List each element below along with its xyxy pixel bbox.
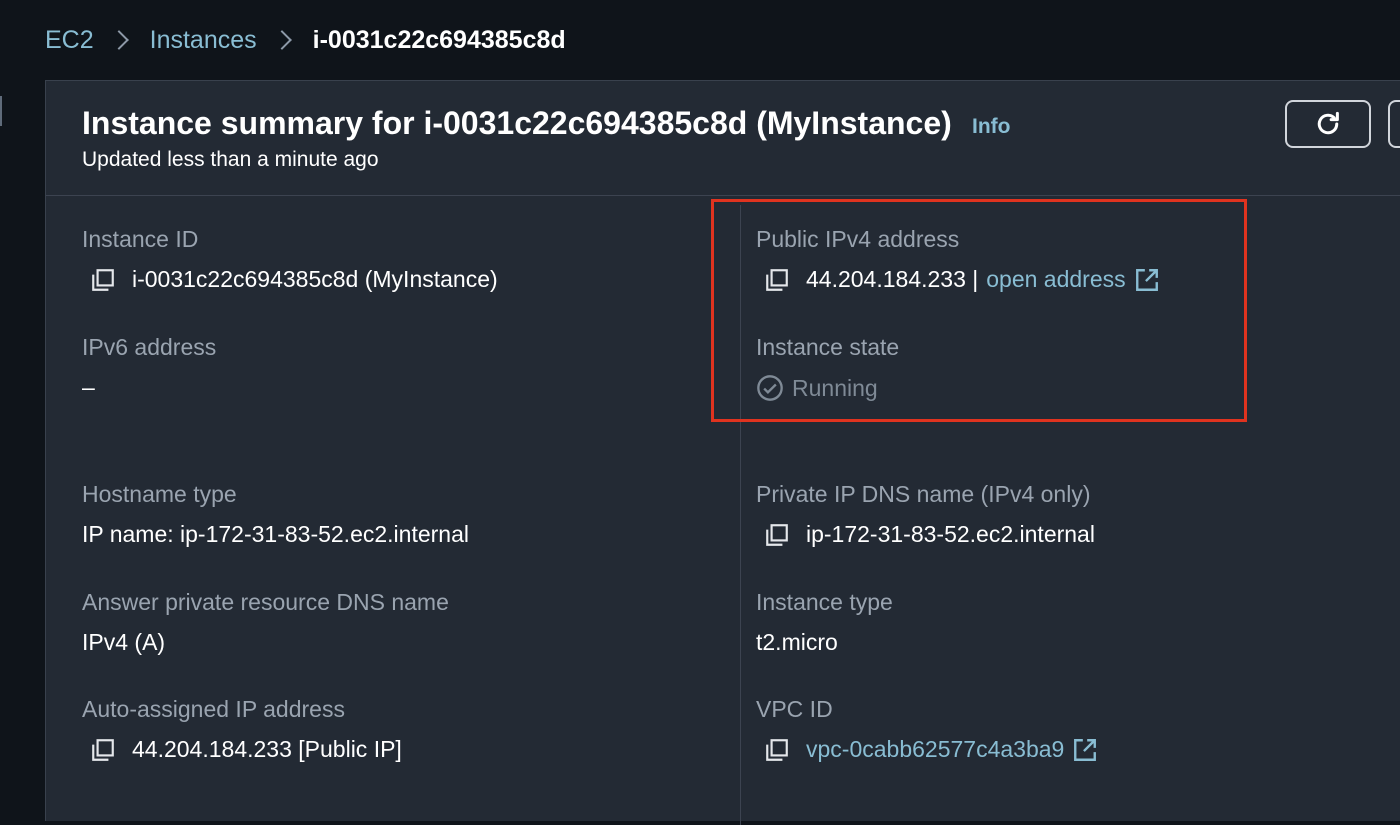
instance-type-label: Instance type xyxy=(756,589,893,615)
field-auto-ip: Auto-assigned IP address 44.204.184.233 … xyxy=(82,696,402,763)
info-link[interactable]: Info xyxy=(972,115,1010,139)
instance-id-value-row: i-0031c22c694385c8d (MyInstance) xyxy=(82,266,498,293)
refresh-button[interactable] xyxy=(1285,100,1371,148)
field-ipv6: IPv6 address – xyxy=(82,334,216,401)
field-vpc-id: VPC ID vpc-0cabb62577c4a3ba9 xyxy=(756,696,1098,763)
chevron-right-icon xyxy=(108,30,129,50)
instance-summary-panel: Instance summary for i-0031c22c694385c8d… xyxy=(45,80,1400,825)
page-title: Instance summary for i-0031c22c694385c8d… xyxy=(82,105,952,141)
refresh-icon xyxy=(1317,111,1339,135)
vpc-id-link[interactable]: vpc-0cabb62577c4a3ba9 xyxy=(806,736,1064,763)
auto-ip-value-row: 44.204.184.233 [Public IP] xyxy=(82,736,402,763)
vpc-id-label: VPC ID xyxy=(756,696,833,722)
answer-dns-label: Answer private resource DNS name xyxy=(82,589,449,615)
copy-icon[interactable] xyxy=(90,267,116,293)
external-link-icon[interactable] xyxy=(1072,737,1098,763)
auto-ip-value: 44.204.184.233 [Public IP] xyxy=(132,736,402,762)
copy-icon[interactable] xyxy=(764,522,790,548)
breadcrumb: EC2 Instances i-0031c22c694385c8d xyxy=(45,20,566,60)
hostname-type-value: IP name: ip-172-31-83-52.ec2.internal xyxy=(82,521,469,547)
field-instance-type: Instance type t2.micro xyxy=(756,589,893,656)
private-dns-value-row: ip-172-31-83-52.ec2.internal xyxy=(756,521,1095,548)
field-answer-dns: Answer private resource DNS name IPv4 (A… xyxy=(82,589,449,656)
answer-dns-value: IPv4 (A) xyxy=(82,629,166,655)
copy-icon[interactable] xyxy=(764,737,790,763)
ipv6-label: IPv6 address xyxy=(82,334,217,360)
private-dns-value: ip-172-31-83-52.ec2.internal xyxy=(806,521,1095,547)
instance-state-value-row: Running xyxy=(756,374,899,402)
copy-icon[interactable] xyxy=(90,737,116,763)
hostname-type-label: Hostname type xyxy=(82,481,237,507)
instance-state-value: Running xyxy=(792,374,878,401)
auto-ip-label: Auto-assigned IP address xyxy=(82,696,345,722)
open-address-link[interactable]: open address xyxy=(986,266,1125,293)
vpc-id-value-row: vpc-0cabb62577c4a3ba9 xyxy=(756,736,1098,763)
panel-header: Instance summary for i-0031c22c694385c8d… xyxy=(46,81,1400,196)
breadcrumb-ec2[interactable]: EC2 xyxy=(45,26,94,55)
external-link-icon[interactable] xyxy=(1134,267,1160,293)
breadcrumb-instances[interactable]: Instances xyxy=(150,26,257,55)
private-dns-label: Private IP DNS name (IPv4 only) xyxy=(756,481,1091,507)
chevron-right-icon xyxy=(271,30,292,50)
check-circle-icon xyxy=(757,375,783,401)
public-ipv4-value-row: 44.204.184.233 | open address xyxy=(756,266,1160,293)
column-divider xyxy=(740,205,741,825)
public-ipv4-label: Public IPv4 address xyxy=(756,226,960,252)
field-instance-state: Instance state Running xyxy=(756,334,899,402)
instance-id-value: i-0031c22c694385c8d (MyInstance) xyxy=(132,266,498,292)
field-private-dns: Private IP DNS name (IPv4 only) ip-172-3… xyxy=(756,481,1095,548)
updated-subtitle: Updated less than a minute ago xyxy=(82,148,379,171)
copy-icon[interactable] xyxy=(764,267,790,293)
ipv6-value: – xyxy=(82,374,95,400)
instance-type-value: t2.micro xyxy=(756,629,838,655)
actions-button[interactable] xyxy=(1388,100,1400,148)
instance-id-label: Instance ID xyxy=(82,226,199,252)
field-instance-id: Instance ID i-0031c22c694385c8d (MyInsta… xyxy=(82,226,498,293)
field-public-ipv4: Public IPv4 address 44.204.184.233 | ope… xyxy=(756,226,1160,293)
left-edge-indicator xyxy=(0,96,2,126)
breadcrumb-current: i-0031c22c694385c8d xyxy=(312,25,566,54)
instance-state-label: Instance state xyxy=(756,334,900,360)
public-ipv4-value: 44.204.184.233 | xyxy=(806,266,979,292)
field-hostname-type: Hostname type IP name: ip-172-31-83-52.e… xyxy=(82,481,469,548)
